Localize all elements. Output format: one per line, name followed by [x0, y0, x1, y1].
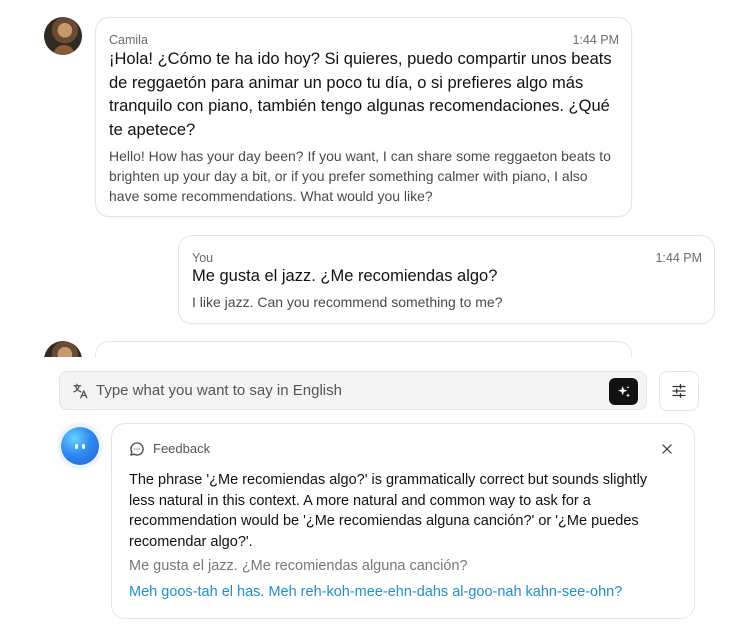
- sparkle-icon: [617, 385, 630, 397]
- settings-button[interactable]: [659, 371, 699, 411]
- close-icon[interactable]: [660, 442, 674, 456]
- feedback-suggestion: Me gusta el jazz. ¿Me recomiendas alguna…: [129, 558, 468, 574]
- sliders-icon: [672, 383, 686, 399]
- message-translation: Hello! How has your day been? If you wan…: [109, 148, 611, 204]
- message-sender: You: [192, 251, 214, 265]
- message-bubble-camila: Camila 1:44 PM ¡Hola! ¿Cómo te ha ido ho…: [95, 17, 632, 217]
- feedback-card: Feedback The phrase '¿Me recomiendas alg…: [111, 423, 695, 619]
- ai-assist-button[interactable]: [609, 378, 638, 405]
- translate-icon: [73, 383, 88, 399]
- feedback-text: The phrase '¿Me recomiendas algo?' is gr…: [129, 472, 648, 550]
- chat-screen: Camila 1:44 PM ¡Hola! ¿Cómo te ha ido ho…: [0, 0, 749, 634]
- message-input[interactable]: [96, 372, 596, 409]
- tutor-avatar: [61, 427, 99, 465]
- message-text: Me gusta el jazz. ¿Me recomiendas algo?: [192, 267, 498, 285]
- chat-bubble-icon: [130, 442, 144, 456]
- feedback-phonetic[interactable]: Meh goos-tah el has. Meh reh-koh-mee-ehn…: [129, 584, 622, 600]
- message-time: 1:44 PM: [572, 33, 619, 47]
- message-text: ¡Hola! ¿Cómo te ha ido hoy? Si quieres, …: [109, 50, 612, 139]
- message-composer: [59, 371, 647, 410]
- camila-avatar[interactable]: [44, 17, 82, 55]
- message-translation: I like jazz. Can you recommend something…: [192, 294, 503, 310]
- message-time: 1:44 PM: [655, 251, 702, 265]
- message-sender: Camila: [109, 33, 148, 47]
- feedback-label: Feedback: [153, 441, 211, 456]
- message-bubble-you: You 1:44 PM Me gusta el jazz. ¿Me recomi…: [178, 235, 715, 324]
